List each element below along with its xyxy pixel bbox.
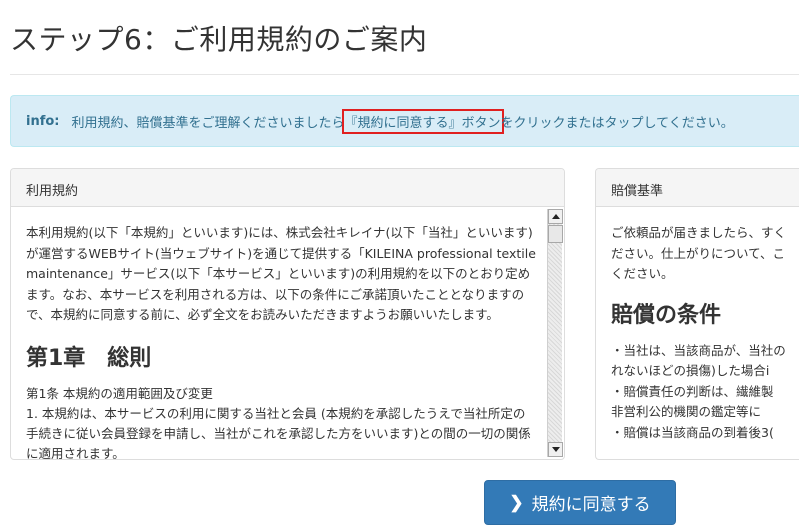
compensation-panel-body[interactable]: ご依頼品が届きましたら、すく ださい。仕上がりについて、こ ください。 賠償の条…: [596, 207, 799, 459]
info-label: info:: [26, 113, 60, 129]
compensation-intro-line: ください。: [611, 266, 674, 281]
terms-panel: 利用規約 本利用規約(以下「本規約」といいます)には、株式会社キレイナ(以下「当…: [10, 168, 565, 460]
compensation-line: れないほどの損傷)した場合i: [611, 363, 770, 378]
terms-chapter-heading: 第1章 総則: [26, 345, 152, 371]
chevron-right-icon: ❯: [509, 492, 524, 512]
info-text-after: をクリックまたはタップしてください。: [500, 115, 734, 131]
compensation-line: ・賠償責任の判断は、繊維製: [611, 383, 774, 399]
scrollbar-thumb[interactable]: [548, 225, 563, 243]
compensation-intro-line: ご依頼品が届きましたら、すく: [611, 225, 787, 240]
compensation-panel: 賠償基準 ご依頼品が届きましたら、すく ださい。仕上がりについて、こ ください。…: [595, 168, 799, 460]
info-highlight-agree-button-name: 『規約に同意する』ボタン: [341, 108, 504, 134]
compensation-title: 賠償の条件: [611, 302, 722, 328]
scroll-up-button[interactable]: [548, 209, 563, 224]
terms-panel-body[interactable]: 本利用規約(以下「本規約」といいます)には、株式会社キレイナ(以下「当社」といい…: [11, 207, 564, 459]
info-text-before: 利用規約、賠償基準をご理解くださいましたら: [71, 115, 345, 131]
terms-article-item: 1. 本規約は、本サービスの利用に関する当社と会員 (本規約を承認したうえで当社…: [26, 405, 531, 460]
arrow-up-icon: [551, 214, 560, 219]
agree-button-label: 規約に同意する: [531, 495, 651, 514]
terms-text-area[interactable]: 本利用規約(以下「本規約」といいます)には、株式会社キレイナ(以下「当社」といい…: [11, 207, 547, 459]
title-divider: [10, 74, 799, 75]
terms-article-title: 第1条 本規約の適用範囲及び変更: [26, 385, 213, 401]
info-alert: info: 利用規約、賠償基準をご理解くださいましたら 『規約に同意する』ボタン…: [10, 95, 799, 147]
compensation-intro-line: ださい。仕上がりについて、こ: [611, 245, 786, 261]
agree-terms-button[interactable]: ❯ 規約に同意する: [484, 480, 676, 525]
arrow-down-icon: [551, 447, 560, 452]
page-title: ステップ6：ご利用規約のご案内: [10, 23, 428, 56]
compensation-panel-heading: 賠償基準: [596, 169, 799, 207]
scroll-down-button[interactable]: [548, 442, 563, 457]
compensation-line: ・当社は、当該商品が、当社の: [611, 342, 786, 358]
terms-panel-heading: 利用規約: [11, 169, 564, 207]
terms-scrollbar[interactable]: [547, 209, 563, 457]
terms-intro: 本利用規約(以下「本規約」といいます)には、株式会社キレイナ(以下「当社」といい…: [26, 225, 536, 322]
compensation-line: 非営利公的機関の鑑定等に: [611, 404, 762, 419]
compensation-intro: ご依頼品が届きましたら、すく ださい。仕上がりについて、こ ください。: [611, 223, 799, 285]
compensation-line: ・賠償は当該商品の到着後3(: [611, 424, 774, 440]
